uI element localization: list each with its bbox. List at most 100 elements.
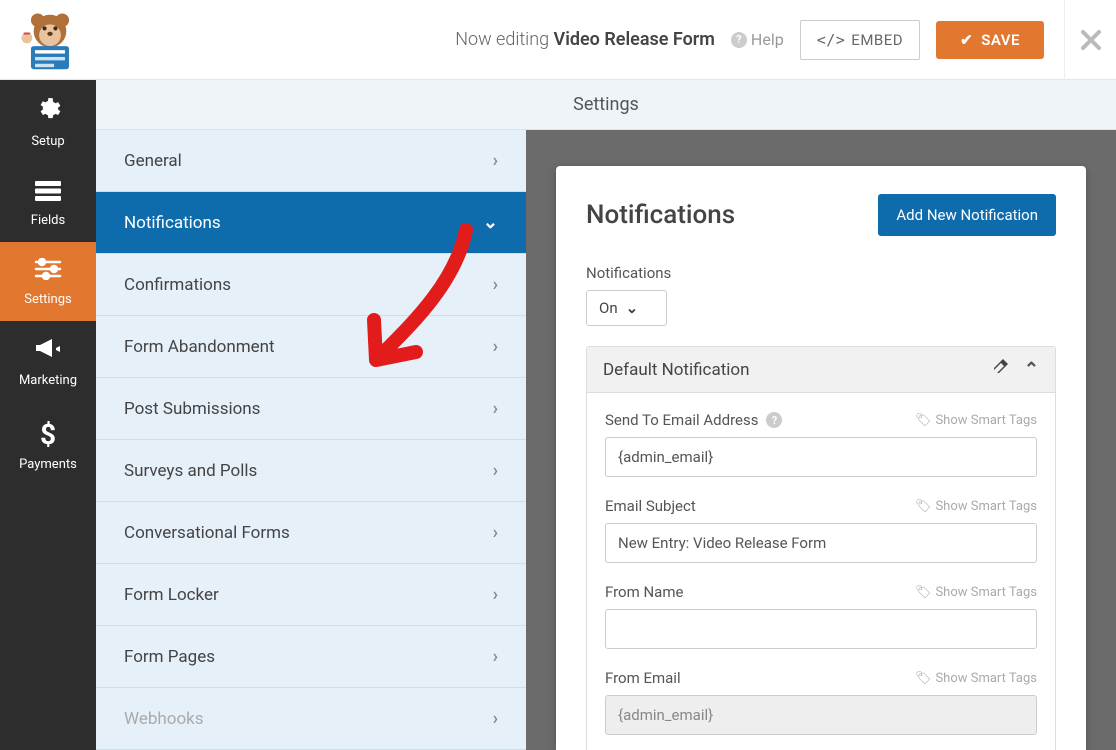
settings-item-post-submissions[interactable]: Post Submissions › [96, 378, 526, 440]
chevron-right-icon: › [493, 336, 498, 357]
notifications-card: Notifications Add New Notification Notif… [556, 166, 1086, 750]
toggle-value: On [599, 299, 618, 317]
notifications-heading: Notifications [586, 200, 735, 230]
settings-item-label: Notifications [124, 213, 221, 233]
notification-box-head: Default Notification ⌃ [587, 347, 1055, 393]
settings-item-conversational[interactable]: Conversational Forms › [96, 502, 526, 564]
settings-item-label: Post Submissions [124, 399, 260, 419]
iconbar-settings[interactable]: Settings [0, 242, 96, 321]
list-icon [4, 179, 92, 207]
field-from-name: From Name 🏷 Show Smart Tags [605, 583, 1037, 649]
code-icon: </> [817, 31, 846, 49]
settings-list: General › Notifications ⌄ Confirmations … [96, 130, 526, 750]
settings-item-label: Webhooks [124, 709, 204, 729]
settings-item-notifications[interactable]: Notifications ⌄ [96, 192, 526, 254]
iconbar-marketing[interactable]: Marketing [0, 321, 96, 402]
settings-item-label: General [124, 151, 182, 171]
smart-tags-link[interactable]: 🏷 Show Smart Tags [915, 585, 1037, 600]
smart-tags-link[interactable]: 🏷 Show Smart Tags [915, 671, 1037, 686]
field-from-email: From Email 🏷 Show Smart Tags [605, 669, 1037, 735]
chevron-right-icon: › [493, 150, 498, 171]
dollar-icon: $ [4, 418, 92, 451]
smart-tags-link[interactable]: 🏷 Show Smart Tags [915, 499, 1037, 514]
iconbar-fields[interactable]: Fields [0, 163, 96, 242]
bullhorn-icon [4, 337, 92, 367]
field-send-to: Send To Email Address ? 🏷 Show Smart Tag… [605, 411, 1037, 477]
iconbar-label: Fields [31, 213, 65, 228]
chevron-right-icon: › [493, 522, 498, 543]
notifications-toggle-label: Notifications [586, 264, 1056, 282]
panel-title: Settings [96, 80, 1116, 130]
notifications-toggle-select[interactable]: On ⌄ [586, 290, 667, 326]
iconbar-label: Payments [19, 457, 77, 472]
chevron-right-icon: › [493, 708, 498, 729]
editing-prefix: Now editing [455, 29, 553, 50]
chevron-right-icon: › [493, 646, 498, 667]
preview-area: Notifications Add New Notification Notif… [526, 130, 1116, 750]
chevron-down-icon: ⌄ [483, 212, 498, 233]
close-button[interactable] [1064, 0, 1116, 80]
notification-body: Send To Email Address ? 🏷 Show Smart Tag… [587, 393, 1055, 735]
help-icon: ? [731, 32, 747, 48]
settings-item-label: Form Abandonment [124, 337, 275, 357]
app-logo [0, 4, 100, 76]
settings-item-webhooks[interactable]: Webhooks › [96, 688, 526, 750]
content-split: General › Notifications ⌄ Confirmations … [96, 130, 1116, 750]
close-icon [1080, 29, 1102, 51]
help-icon[interactable]: ? [766, 412, 782, 428]
sliders-icon [4, 258, 92, 286]
field-label: From Email [605, 669, 681, 687]
settings-item-surveys[interactable]: Surveys and Polls › [96, 440, 526, 502]
gear-icon [4, 96, 92, 128]
iconbar-label: Settings [24, 292, 71, 307]
help-link[interactable]: ? Help [731, 30, 784, 49]
iconbar-label: Marketing [19, 373, 77, 388]
chevron-right-icon: › [493, 460, 498, 481]
chevron-right-icon: › [493, 398, 498, 419]
notification-title: Default Notification [603, 360, 749, 380]
notification-actions: ⌃ [992, 359, 1039, 380]
header: Now editing Video Release Form ? Help </… [0, 0, 1116, 80]
chevron-right-icon: › [493, 274, 498, 295]
send-to-input[interactable] [605, 437, 1037, 477]
tag-icon: 🏷 [915, 413, 932, 428]
settings-item-confirmations[interactable]: Confirmations › [96, 254, 526, 316]
settings-item-label: Form Locker [124, 585, 219, 605]
iconbar: Setup Fields Settings Marketing $ Paymen… [0, 80, 96, 750]
tag-icon: 🏷 [915, 671, 932, 686]
embed-label: EMBED [851, 31, 903, 49]
iconbar-label: Setup [31, 134, 64, 149]
notification-box: Default Notification ⌃ [586, 346, 1056, 750]
main: Setup Fields Settings Marketing $ Paymen… [0, 80, 1116, 750]
settings-item-form-pages[interactable]: Form Pages › [96, 626, 526, 688]
tag-icon: 🏷 [915, 499, 932, 514]
chevron-up-icon[interactable]: ⌃ [1024, 359, 1039, 380]
form-name: Video Release Form [554, 29, 715, 50]
edit-icon[interactable] [992, 359, 1008, 380]
settings-item-form-locker[interactable]: Form Locker › [96, 564, 526, 626]
check-icon: ✔ [960, 31, 973, 49]
tag-icon: 🏷 [915, 585, 932, 600]
save-label: SAVE [981, 31, 1020, 49]
iconbar-setup[interactable]: Setup [0, 80, 96, 163]
add-notification-button[interactable]: Add New Notification [878, 194, 1056, 236]
chevron-down-icon: ⌄ [626, 299, 639, 317]
from-email-input[interactable] [605, 695, 1037, 735]
subject-input[interactable] [605, 523, 1037, 563]
header-center: Now editing Video Release Form ? Help </… [100, 20, 1064, 60]
smart-tags-link[interactable]: 🏷 Show Smart Tags [915, 413, 1037, 428]
settings-item-form-abandonment[interactable]: Form Abandonment › [96, 316, 526, 378]
content: Settings General › Notifications ⌄ [96, 80, 1116, 750]
field-label: Email Subject [605, 497, 696, 515]
settings-item-general[interactable]: General › [96, 130, 526, 192]
settings-item-label: Form Pages [124, 647, 215, 667]
editing-label: Now editing Video Release Form [455, 29, 715, 50]
field-label: From Name [605, 583, 683, 601]
from-name-input[interactable] [605, 609, 1037, 649]
chevron-right-icon: › [493, 584, 498, 605]
embed-button[interactable]: </> EMBED [800, 20, 920, 60]
iconbar-payments[interactable]: $ Payments [0, 402, 96, 486]
settings-item-label: Conversational Forms [124, 523, 290, 543]
settings-item-label: Surveys and Polls [124, 461, 257, 481]
save-button[interactable]: ✔ SAVE [936, 21, 1044, 59]
